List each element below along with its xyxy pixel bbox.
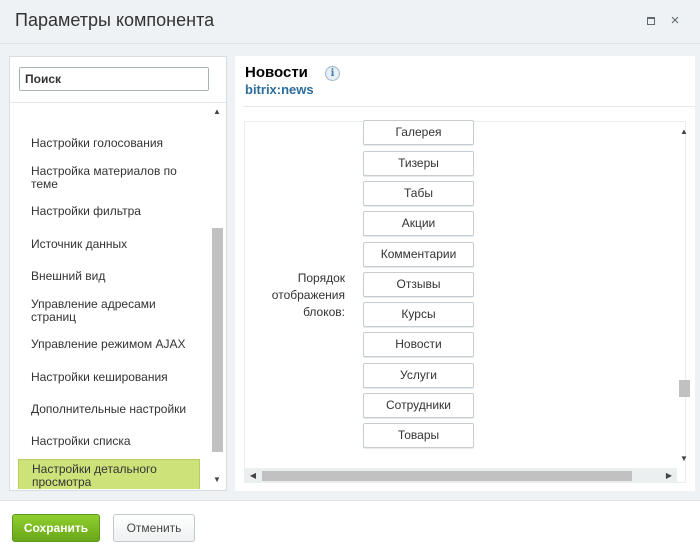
scroll-down-icon[interactable]: ▼: [210, 473, 224, 487]
block-item-reviews[interactable]: Отзывы: [363, 272, 474, 297]
settings-scrollbar[interactable]: ▲ ▼: [677, 122, 691, 468]
component-code: bitrix:news: [245, 82, 314, 97]
block-item-news[interactable]: Новости: [363, 332, 474, 357]
scroll-up-icon[interactable]: ▲: [210, 105, 224, 119]
sections-list: Настройки голосования Настройка материал…: [10, 103, 210, 489]
sidebar-item-partial[interactable]: [18, 103, 200, 109]
block-item-promotions[interactable]: Акции: [363, 211, 474, 236]
search-input[interactable]: [19, 67, 209, 91]
info-icon[interactable]: i: [325, 66, 340, 81]
sidebar-item-list[interactable]: Настройки списка: [18, 435, 200, 448]
sidebar-item-detail-view[interactable]: Настройки детального просмотра: [18, 459, 200, 489]
component-name: Новости: [245, 64, 308, 81]
sidebar-item-page-addresses[interactable]: Управление адресами страниц: [18, 298, 200, 324]
divider: [243, 106, 695, 107]
close-icon[interactable]: ×: [668, 13, 682, 28]
sidebar-item-filter[interactable]: Настройки фильтра: [18, 205, 200, 218]
horizontal-scroll-thumb[interactable]: [262, 471, 632, 481]
block-item-gallery[interactable]: Галерея: [363, 120, 474, 145]
sidebar-item-additional[interactable]: Дополнительные настройки: [18, 403, 200, 416]
scroll-left-icon[interactable]: ◀: [246, 469, 260, 483]
settings-scroll-area: Порядок отображения блоков: Галерея Тизе…: [244, 120, 690, 483]
block-item-courses[interactable]: Курсы: [363, 302, 474, 327]
horizontal-scrollbar[interactable]: ◀ ▶: [245, 468, 677, 483]
search-bar: [10, 57, 226, 103]
sidebar-item-data-source[interactable]: Источник данных: [18, 238, 200, 251]
block-order-label: Порядок отображения блоков:: [271, 271, 345, 319]
block-item-services[interactable]: Услуги: [363, 363, 474, 388]
block-item-products[interactable]: Товары: [363, 423, 474, 448]
settings-panel: Новости i bitrix:news Порядок отображени…: [235, 56, 695, 491]
sidebar-item-caching[interactable]: Настройки кеширования: [18, 371, 200, 384]
scroll-up-icon[interactable]: ▲: [677, 125, 691, 139]
dialog-content: Настройки голосования Настройка материал…: [0, 44, 700, 500]
sections-panel: Настройки голосования Настройка материал…: [9, 56, 227, 491]
sidebar-scrollbar[interactable]: ▲ ▼: [210, 103, 224, 489]
sidebar-item-voting[interactable]: Настройки голосования: [18, 137, 200, 150]
scroll-right-icon[interactable]: ▶: [662, 469, 676, 483]
dialog-footer: Сохранить Отменить: [0, 500, 700, 553]
settings-scroll-thumb[interactable]: [679, 380, 690, 397]
save-button[interactable]: Сохранить: [12, 514, 100, 542]
dialog-titlebar[interactable]: Параметры компонента ×: [0, 0, 700, 44]
component-params-dialog: Параметры компонента × Настройки голосов…: [0, 0, 700, 553]
dialog-title: Параметры компонента: [15, 10, 215, 30]
block-item-staff[interactable]: Сотрудники: [363, 393, 474, 418]
block-item-tabs[interactable]: Табы: [363, 181, 474, 206]
sidebar-item-ajax[interactable]: Управление режимом AJAX: [18, 338, 200, 351]
block-item-teasers[interactable]: Тизеры: [363, 151, 474, 176]
scroll-down-icon[interactable]: ▼: [677, 452, 691, 466]
sidebar-scroll-thumb[interactable]: [212, 228, 223, 452]
cancel-button[interactable]: Отменить: [113, 514, 195, 542]
block-item-comments[interactable]: Комментарии: [363, 242, 474, 267]
sidebar-item-related-materials[interactable]: Настройка материалов по теме: [18, 165, 200, 191]
sidebar-item-appearance[interactable]: Внешний вид: [18, 270, 200, 283]
maximize-icon[interactable]: [644, 14, 658, 28]
